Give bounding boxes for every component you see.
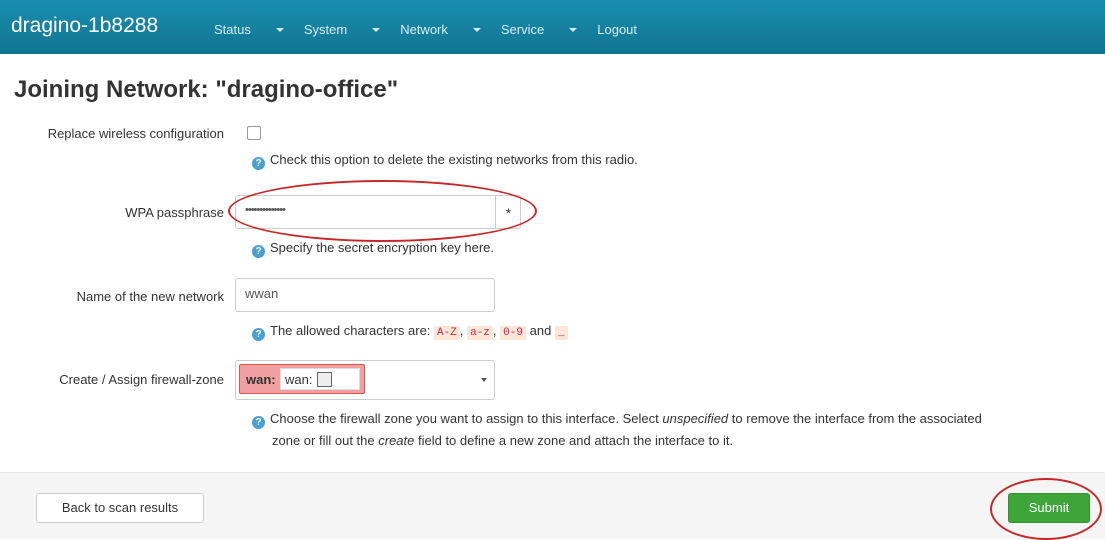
separator: , bbox=[459, 323, 464, 338]
and-word: and bbox=[529, 323, 552, 338]
network-name-label: Name of the new network bbox=[76, 289, 224, 304]
wpa-passphrase-help-text: Specify the secret encryption key here. bbox=[270, 240, 495, 255]
wpa-passphrase-help: ? Specify the secret encryption key here. bbox=[252, 240, 494, 258]
network-name-help: ? The allowed characters are: A-Z, a-z, 0… bbox=[252, 323, 568, 341]
chevron-down-icon bbox=[481, 378, 487, 382]
help-text: zone or fill out the bbox=[272, 433, 379, 448]
replace-config-help-text: Check this option to delete the existing… bbox=[270, 152, 638, 167]
help-icon: ? bbox=[252, 416, 265, 429]
help-icon: ? bbox=[252, 157, 265, 170]
menu-service-label: Service bbox=[500, 22, 545, 37]
network-interface-icon bbox=[317, 372, 332, 387]
network-name-help-text: The allowed characters are: bbox=[270, 323, 431, 338]
menu-logout[interactable]: Logout bbox=[597, 22, 637, 37]
help-text: to remove the interface from the associa… bbox=[728, 411, 982, 426]
menu-network-label: Network bbox=[400, 22, 448, 37]
allowed-chars-underscore: _ bbox=[554, 326, 568, 340]
help-text: field to define a new zone and attach th… bbox=[414, 433, 734, 448]
main-menu: Status System Network Service Logout bbox=[214, 22, 657, 37]
help-icon: ? bbox=[252, 328, 265, 341]
chevron-down-icon bbox=[569, 28, 578, 32]
help-emphasis: unspecified bbox=[662, 411, 729, 426]
back-to-scan-button[interactable]: Back to scan results bbox=[36, 493, 204, 523]
menu-status-label: Status bbox=[214, 22, 251, 37]
page-title: Joining Network: "dragino-office" bbox=[14, 76, 399, 103]
brand-title[interactable]: dragino-1b8288 bbox=[11, 14, 158, 38]
reveal-password-button[interactable]: * bbox=[495, 196, 521, 228]
menu-system-label: System bbox=[303, 22, 348, 37]
chevron-down-icon bbox=[372, 28, 381, 32]
menu-system[interactable]: System bbox=[303, 22, 381, 37]
menu-status[interactable]: Status bbox=[214, 22, 284, 37]
zone-badge: wan: wan: bbox=[239, 364, 365, 394]
help-emphasis: create bbox=[378, 433, 415, 448]
chevron-down-icon bbox=[275, 28, 284, 32]
wpa-passphrase-label: WPA passphrase bbox=[125, 205, 224, 220]
chevron-down-icon bbox=[472, 28, 481, 32]
zone-name: wan: bbox=[246, 372, 276, 387]
allowed-chars-uppercase: A-Z bbox=[434, 326, 460, 340]
help-text: Choose the firewall zone you want to ass… bbox=[270, 411, 663, 426]
replace-config-help: ? Check this option to delete the existin… bbox=[252, 152, 638, 170]
separator: , bbox=[492, 323, 497, 338]
top-navbar: dragino-1b8288 Status System Network Ser… bbox=[0, 0, 1105, 54]
wpa-passphrase-input[interactable]: •••••••••••••• bbox=[235, 195, 521, 229]
network-name-input[interactable]: wwan bbox=[235, 278, 495, 312]
replace-config-checkbox[interactable] bbox=[247, 126, 261, 140]
firewall-zone-select[interactable]: wan: wan: bbox=[235, 360, 495, 400]
zone-interface: wan: bbox=[280, 368, 360, 390]
allowed-chars-digits: 0-9 bbox=[500, 326, 526, 340]
allowed-chars-lowercase: a-z bbox=[467, 326, 493, 340]
menu-network[interactable]: Network bbox=[400, 22, 481, 37]
menu-service[interactable]: Service bbox=[500, 22, 578, 37]
replace-config-label: Replace wireless configuration bbox=[47, 126, 224, 141]
submit-button[interactable]: Submit bbox=[1008, 493, 1090, 523]
firewall-zone-help: ? Choose the firewall zone you want to as… bbox=[252, 408, 982, 452]
help-icon: ? bbox=[252, 245, 265, 258]
firewall-zone-label: Create / Assign firewall-zone bbox=[59, 372, 224, 387]
zone-interface-label: wan: bbox=[285, 372, 313, 387]
